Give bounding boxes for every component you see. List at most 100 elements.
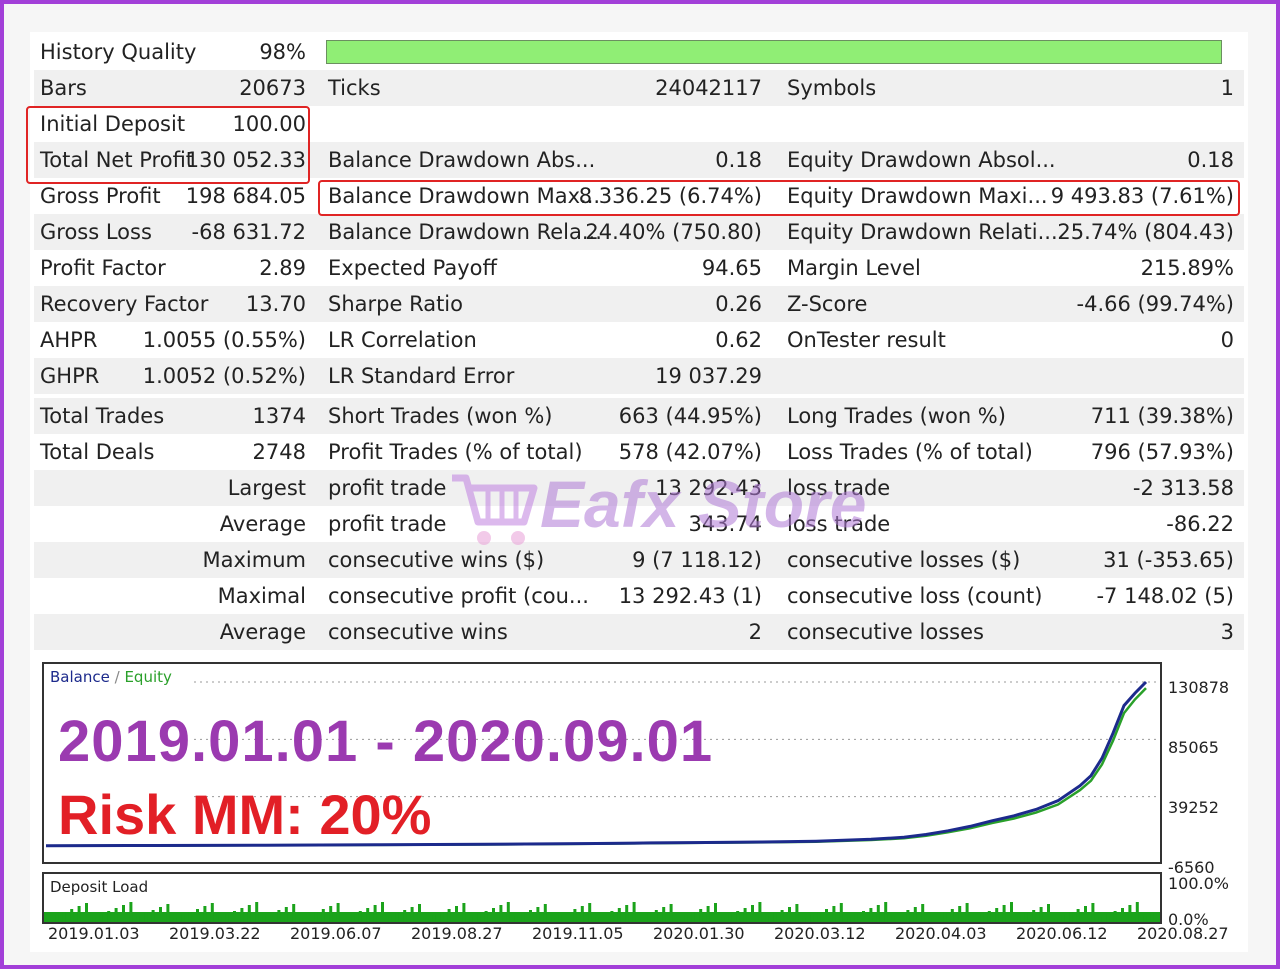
load-bar [654,910,658,922]
stat-value-3: 31 (-353.65) [1103,548,1234,572]
load-bar [610,911,614,922]
load-bar [336,903,340,922]
load-bar [588,903,592,922]
load-bar [751,905,754,922]
load-bar [721,917,725,922]
load-bar [1061,915,1065,922]
load-bar [225,914,229,922]
load-bar [373,905,377,922]
stat-label-1: Bars [40,76,87,100]
load-bar [521,913,525,922]
stat-label-2: Sharpe Ratio [328,292,463,316]
load-bar [699,909,703,922]
stat-value-2: 0.18 [715,148,762,172]
load-bar [484,911,488,922]
load-bar [906,910,910,922]
load-bar [669,904,673,922]
load-bar [566,912,569,922]
load-bar [1054,918,1058,922]
stat-label-2: consecutive profit (cou... [328,584,589,608]
stat-value-1: 20673 [239,76,306,100]
stat-label-3: Symbols [787,76,877,100]
load-bar [950,909,954,922]
stat-row: Gross Profit 198 684.05 Balance Drawdown M… [34,178,1244,214]
history-quality-bar [326,40,1222,64]
load-bar [99,914,103,922]
load-bar [832,906,836,922]
load-bar [247,905,251,922]
load-bar [166,904,170,922]
stat-label-3: Loss Trades (% of total) [787,440,1033,464]
load-bar [136,916,140,922]
load-bar [366,908,370,922]
stat-label-2: consecutive wins [328,620,508,644]
load-bar [862,911,865,922]
load-bar [788,907,791,922]
stat-label-3: Equity Drawdown Maxi... [787,184,1048,208]
stat-row: Bars 20673 Ticks 24042117 Symbols 1 [34,70,1244,106]
load-bar [329,906,333,922]
load-bar [314,912,318,922]
stat-row: Recovery Factor 13.70 Sharpe Ratio 0.26 Z-Sc… [34,286,1244,322]
stats-table: History Quality 98% Bars 20673 Ticks 240421… [34,34,1244,650]
stat-label-2: LR Correlation [328,328,477,352]
load-bar [469,917,473,922]
stat-value-2: 8 336.25 (6.74%) [578,184,762,208]
load-bar [395,913,399,922]
stat-row: Maximal consecutive profit (cou... 13 292.… [34,578,1244,614]
legend-balance: Balance [50,668,110,686]
load-bar [284,907,288,922]
load-bar [543,904,547,922]
stat-row: AHPR 1.0055 (0.55%) LR Correlation 0.62 OnTe… [34,322,1244,358]
load-bar [292,904,296,922]
load-bar [1150,913,1154,922]
load-bar [210,903,214,922]
load-bar [595,917,599,922]
load-bar [973,917,976,922]
load-bar [551,918,555,922]
load-bar [958,906,962,922]
stat-row: Gross Loss -68 631.72 Balance Drawdown Rel… [34,214,1244,250]
chart-legend: Balance / Equity [50,668,172,686]
load-bar [743,908,747,922]
y-tick-2: 85065 [1168,738,1219,757]
load-bar [403,910,407,922]
load-bar [736,911,740,922]
stat-value-1: 1374 [252,404,306,428]
stat-label-3: OnTester result [787,328,946,352]
load-bar [1010,902,1013,922]
load-bar [943,912,947,922]
stat-value-1: 1.0055 (0.55%) [142,328,306,352]
load-bar [662,907,666,922]
load-bar [410,907,414,922]
load-bar [1047,904,1050,922]
load-bar [55,915,59,922]
load-bar [1098,917,1102,922]
load-bar [536,907,540,922]
x-tick: 2019.08.27 [411,924,503,943]
load-bar [1039,907,1043,922]
load-bar [492,908,495,922]
stat-value-2: 0.26 [715,292,762,316]
load-bar [203,906,207,922]
stat-label-1: Recovery Factor [40,292,209,316]
load-bar [307,915,310,922]
y-tick-3: 39252 [1168,798,1219,817]
load-bar [1106,914,1110,922]
load-bar [299,918,303,922]
load-bar [388,916,392,922]
y-tick-1: 130878 [1168,678,1230,697]
deposit-load-title: Deposit Load [50,878,149,896]
x-tick: 2020.06.12 [1016,924,1108,943]
load-bar [899,913,902,922]
stat-label-3: Equity Drawdown Relati... [787,220,1058,244]
load-bar [854,914,858,922]
period-overlay: 2019.01.01 - 2020.09.01 [58,709,714,774]
load-bar [129,902,133,922]
load-bar [817,912,821,922]
load-bar [188,912,192,922]
load-bar [62,912,66,922]
load-bar [255,902,259,922]
stat-value-1: 13.70 [245,292,306,316]
load-bar [1002,905,1006,922]
